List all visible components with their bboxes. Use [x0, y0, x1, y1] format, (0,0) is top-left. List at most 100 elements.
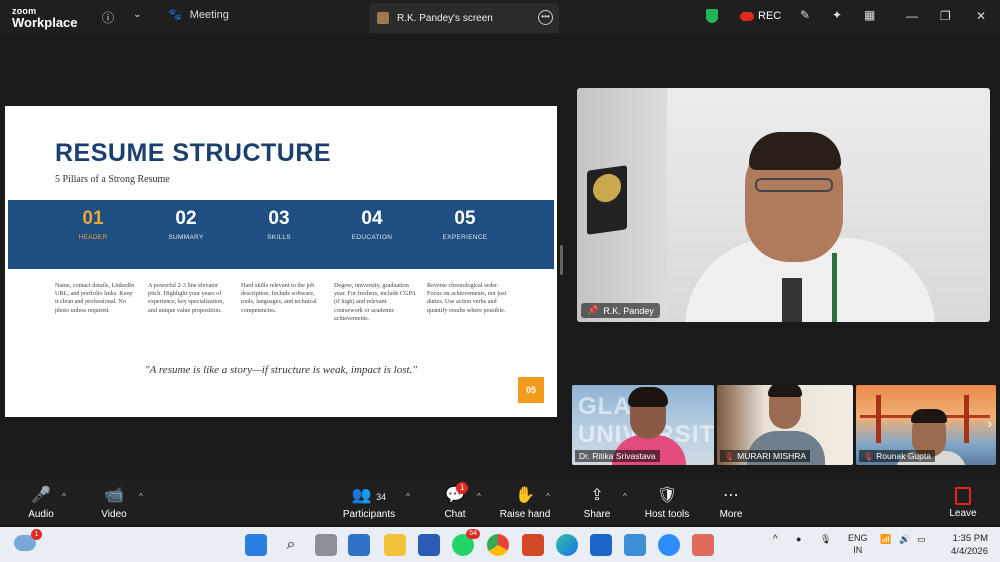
pin-icon: 📌: [587, 305, 599, 315]
speaker-name: R.K. Pandey: [603, 305, 654, 316]
tray-mic-icon[interactable]: 🎙: [820, 534, 831, 545]
restore-icon[interactable]: ❐: [940, 9, 951, 23]
chrome-icon[interactable]: [487, 534, 509, 556]
pillar-description: Degree, university, graduation year. For…: [334, 282, 416, 322]
pillar-label: SKILLS: [267, 234, 291, 241]
participants-options-caret-icon[interactable]: ^: [406, 492, 410, 501]
tab-meeting[interactable]: 🐾 Meeting: [168, 8, 229, 22]
participant-name: MURARI MISHRA: [737, 451, 807, 461]
host-shield-icon: 🛡: [656, 487, 678, 504]
record-status[interactable]: REC: [740, 10, 781, 22]
host-tools-button[interactable]: 🛡 Host tools: [642, 486, 692, 520]
mic-muted-icon: 🎙: [863, 451, 874, 461]
participant-tile[interactable]: 🎙 MURARI MISHRA: [717, 385, 853, 465]
view-layout-icon[interactable]: ▦: [864, 8, 875, 22]
participant-tile[interactable]: 🎙 Rounak Gupta ›: [856, 385, 996, 465]
share-screen-icon: ⇪: [590, 487, 604, 504]
participant-tile[interactable]: GLA UNIVERSITY Dr. Ritika Srivastava: [572, 385, 714, 465]
weather-badge: 1: [31, 529, 42, 540]
powerpoint-icon[interactable]: [522, 534, 544, 556]
meeting-controls: 🎤 Audio ^ 📹 Video ^ 👥 34 Participants ^ …: [0, 480, 1000, 525]
search-icon[interactable]: ⌕: [280, 534, 302, 556]
participant-hair: [911, 409, 947, 423]
whatsapp-icon[interactable]: 54: [452, 529, 480, 556]
audio-button[interactable]: 🎤 Audio: [26, 486, 56, 520]
edge-icon[interactable]: [556, 534, 578, 556]
reactions-options-caret-icon[interactable]: ^: [546, 492, 550, 501]
battery-icon[interactable]: ▭: [917, 534, 926, 545]
security-shield-icon[interactable]: [706, 9, 718, 23]
chevron-right-icon[interactable]: ›: [987, 415, 992, 431]
leave-button[interactable]: Leave: [946, 486, 980, 519]
participants-count: 34: [376, 492, 387, 502]
audio-options-caret-icon[interactable]: ^: [62, 492, 66, 501]
whatsapp-badge: 54: [466, 529, 480, 539]
taskbar-clock[interactable]: 1:35 PM 4/4/2026: [936, 532, 988, 558]
mail-icon[interactable]: [590, 534, 612, 556]
slide-subtitle: 5 Pillars of a Strong Resume: [55, 174, 170, 185]
ai-companion-icon[interactable]: ✦: [832, 8, 842, 22]
leave-door-icon: [955, 487, 971, 505]
snipping-tool-icon[interactable]: [692, 534, 714, 556]
leave-label: Leave: [949, 508, 977, 519]
participants-label: Participants: [342, 509, 396, 520]
speaker-tie: [782, 278, 802, 322]
close-icon[interactable]: ✕: [976, 9, 986, 23]
pillar-header: 01 HEADER: [48, 208, 138, 241]
pillars-band: 01 HEADER 02 SUMMARY 03 SKILLS 04 EDUCAT…: [8, 200, 554, 269]
paw-icon: 🐾: [168, 9, 182, 21]
windows-start-icon[interactable]: [245, 534, 267, 556]
language-indicator[interactable]: ENG IN: [848, 532, 868, 556]
volume-icon[interactable]: 🔊: [899, 534, 910, 545]
clock-time: 1:35 PM: [952, 533, 988, 544]
wifi-icon[interactable]: 📶: [880, 534, 891, 545]
tray-overflow-chevron-icon[interactable]: ^: [773, 534, 778, 545]
chat-options-caret-icon[interactable]: ^: [477, 492, 481, 501]
share-button[interactable]: ⇪ Share: [580, 486, 614, 520]
share-label: Share: [583, 509, 611, 520]
more-button[interactable]: ⋯ More: [716, 486, 746, 520]
trophy-image: [587, 165, 627, 235]
panel-resize-handle[interactable]: [560, 245, 563, 275]
bridge-tower: [876, 395, 881, 443]
weather-widget-icon[interactable]: 1: [14, 529, 42, 551]
pillar-description: Hard skills relevant to the job descript…: [241, 282, 317, 314]
tab-screen-share[interactable]: R.K. Pandey's screen •••: [369, 3, 559, 33]
bridge-tower: [964, 395, 969, 443]
video-button[interactable]: 📹 Video: [98, 486, 130, 520]
top-bar: zoom Workplace ⓘ ⌄ 🐾 Meeting R.K. Pandey…: [0, 0, 1000, 35]
pillar-skills: 03 SKILLS: [234, 208, 324, 241]
more-options-icon[interactable]: •••: [538, 10, 553, 25]
chat-button[interactable]: 💬 1 Chat: [440, 482, 470, 520]
file-explorer-icon[interactable]: [384, 534, 406, 556]
photos-icon[interactable]: [624, 534, 646, 556]
pillar-experience: 05 EXPERIENCE: [420, 208, 510, 241]
slide-quote: "A resume is like a story—if structure i…: [145, 364, 417, 376]
speaker-name-tag: 📌 R.K. Pandey: [581, 303, 660, 318]
speaker-video[interactable]: 📌 R.K. Pandey: [577, 88, 990, 322]
widgets-app-icon[interactable]: [348, 534, 370, 556]
participants-button[interactable]: 👥 34 Participants: [340, 486, 398, 520]
raise-hand-button[interactable]: ✋ Raise hand: [498, 486, 552, 520]
audio-label: Audio: [28, 509, 54, 520]
participant-hair: [768, 385, 802, 397]
pillar-label: EDUCATION: [351, 234, 393, 241]
word-icon[interactable]: [418, 534, 440, 556]
minimize-icon[interactable]: —: [906, 9, 918, 23]
pillar-number: 04: [361, 208, 383, 229]
more-dots-icon: ⋯: [723, 487, 739, 504]
video-options-caret-icon[interactable]: ^: [139, 492, 143, 501]
chevron-down-icon[interactable]: ⌄: [133, 9, 141, 20]
share-options-caret-icon[interactable]: ^: [623, 492, 627, 501]
chat-icon: 💬 1: [440, 482, 470, 506]
language-line-1: ENG: [848, 533, 868, 543]
pillar-number: 01: [82, 208, 104, 229]
zoom-taskbar-icon[interactable]: [658, 534, 680, 556]
info-icon[interactable]: ⓘ: [102, 9, 114, 26]
tray-app-icon[interactable]: ●: [796, 534, 801, 544]
pillar-label: HEADER: [78, 234, 108, 241]
hand-icon: ✋: [515, 487, 535, 504]
annotate-pen-icon[interactable]: ✎: [800, 8, 810, 22]
pillar-label: EXPERIENCE: [442, 234, 488, 241]
task-view-icon[interactable]: [315, 534, 337, 556]
